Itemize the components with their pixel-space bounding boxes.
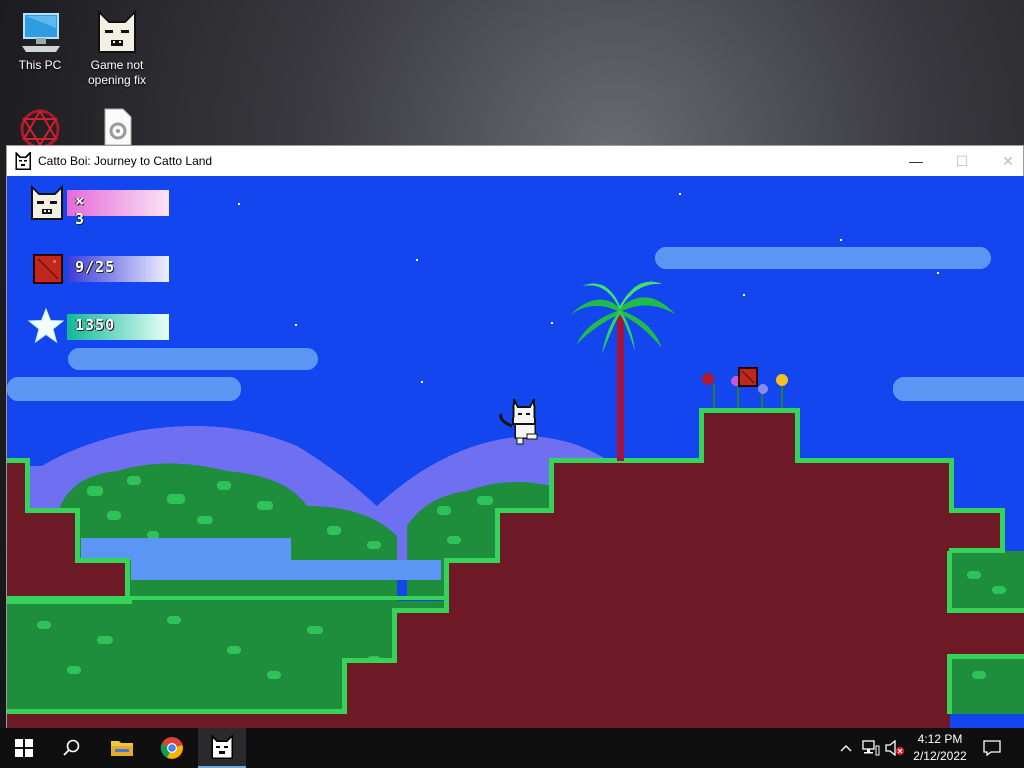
- crates-count: 9/25: [75, 258, 116, 276]
- score-value: 1350: [75, 316, 116, 334]
- desktop-icon-label: This PC: [18, 58, 62, 72]
- desktop-icon-game-fix[interactable]: Game not opening fix: [77, 8, 157, 88]
- clock-time: 4:12 PM: [917, 732, 963, 746]
- search-icon: [63, 739, 80, 756]
- cat-face-icon: [93, 8, 141, 56]
- taskbar: 4:12 PM 2/12/2022: [0, 728, 1024, 768]
- minimize-icon: —: [909, 153, 923, 169]
- window-title: Catto Boi: Journey to Catto Land: [38, 154, 213, 168]
- search-button[interactable]: [48, 728, 96, 768]
- taskbar-clock[interactable]: 4:12 PM 2/12/2022: [900, 731, 980, 765]
- desktop-icon-label: Game not opening fix: [87, 58, 147, 87]
- chevron-up-icon: [840, 745, 852, 752]
- chrome-icon: [160, 737, 183, 759]
- window-titlebar[interactable]: Catto Boi: Journey to Catto Land — ☐ ✕: [7, 146, 1023, 176]
- notification-icon: [983, 740, 1001, 756]
- chrome-button[interactable]: [148, 728, 196, 768]
- minimize-button[interactable]: —: [893, 146, 939, 176]
- game-window: Catto Boi: Journey to Catto Land — ☐ ✕ ×…: [6, 145, 1024, 729]
- close-button[interactable]: ✕: [985, 146, 1024, 176]
- clock-date: 2/12/2022: [913, 749, 967, 763]
- maximize-button[interactable]: ☐: [939, 146, 985, 176]
- desktop-icon-this-pc[interactable]: This PC: [0, 8, 80, 73]
- network-icon: [862, 740, 880, 756]
- start-icon: [15, 739, 33, 757]
- file-explorer-button[interactable]: [98, 728, 146, 768]
- computer-icon: [16, 8, 64, 56]
- action-center-button[interactable]: [980, 728, 1004, 768]
- crate-icon: [33, 254, 63, 284]
- lives-count: × 3: [75, 192, 86, 228]
- cat-face-icon: [14, 151, 32, 170]
- catto-boi-taskbar-button[interactable]: [198, 728, 246, 768]
- game-canvas[interactable]: × 3 9/25 1350: [7, 176, 1024, 729]
- star-icon: [27, 307, 65, 344]
- file-explorer-icon: [111, 741, 133, 756]
- tray-overflow-button[interactable]: [836, 728, 856, 768]
- catto-boi-app-icon: [211, 735, 233, 759]
- cat-face-icon: [31, 185, 63, 220]
- start-button[interactable]: [0, 728, 48, 768]
- close-icon: ✕: [1002, 152, 1014, 169]
- network-button[interactable]: [860, 728, 882, 768]
- crate-pickup: [738, 367, 758, 387]
- maximize-icon: ☐: [955, 152, 969, 169]
